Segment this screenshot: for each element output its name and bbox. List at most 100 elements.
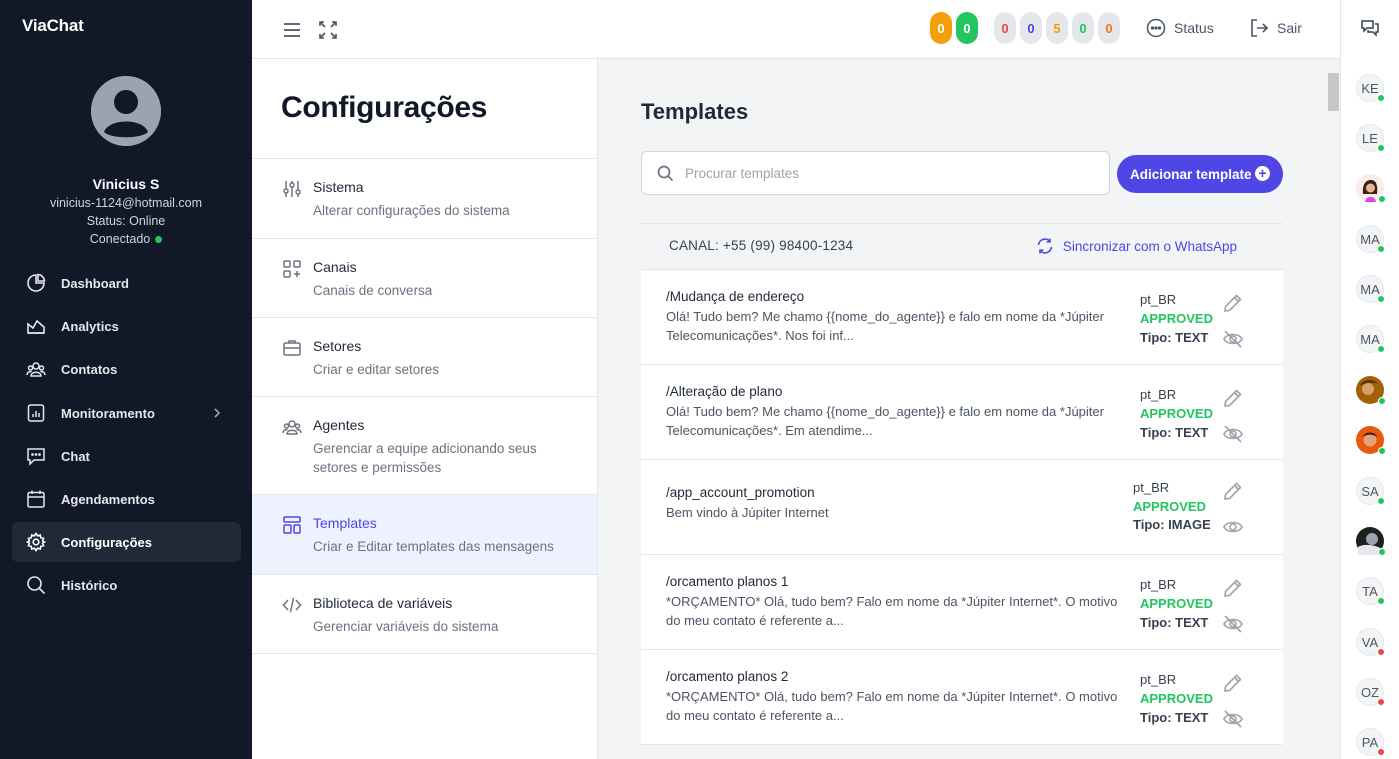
template-type: Tipo: TEXT <box>1140 330 1209 345</box>
contact-avatar[interactable]: TA <box>1356 577 1385 605</box>
contact-avatar[interactable]: LE <box>1356 124 1385 152</box>
chat-bubble-icon <box>27 448 45 466</box>
config-item-desc: Gerenciar a equipe adicionando seus seto… <box>313 441 537 475</box>
contact-avatar[interactable] <box>1356 174 1386 203</box>
nav-monitoramento[interactable]: Monitoramento <box>12 393 241 433</box>
template-name: /orcamento planos 2 <box>666 669 789 684</box>
config-item-agentes[interactable]: Agentes Gerenciar a equipe adicionando s… <box>252 396 597 494</box>
nav-configuracoes[interactable]: Configurações <box>12 522 241 562</box>
contact-avatar[interactable]: PA <box>1356 728 1385 756</box>
template-type: Tipo: TEXT <box>1140 425 1209 440</box>
contact-avatar[interactable]: VA <box>1356 628 1385 656</box>
status-dot <box>1377 597 1385 605</box>
nav-dashboard[interactable]: Dashboard <box>12 263 241 303</box>
config-item-variaveis[interactable]: Biblioteca de variáveis Gerenciar variáv… <box>252 574 597 654</box>
eye-off-icon[interactable] <box>1222 613 1244 635</box>
search-input[interactable] <box>685 162 1095 184</box>
contact-initials: VA <box>1361 634 1379 650</box>
config-item-label: Canais <box>313 259 357 275</box>
contact-avatar[interactable] <box>1356 527 1386 556</box>
eye-icon[interactable] <box>1222 516 1244 538</box>
pencil-icon[interactable] <box>1222 292 1244 314</box>
online-dot <box>155 236 163 244</box>
eye-off-icon[interactable] <box>1222 708 1244 730</box>
config-menu: Configurações Sistema Alterar configuraç… <box>252 59 598 759</box>
config-item-desc: Gerenciar variáveis do sistema <box>313 619 499 634</box>
pencil-icon[interactable] <box>1222 672 1244 694</box>
contact-avatar[interactable]: KE <box>1356 74 1385 102</box>
template-row[interactable]: /Alteração de plano Olá! Tudo bem? Me ch… <box>641 365 1283 460</box>
contact-avatar[interactable]: MA <box>1356 275 1385 303</box>
status-dot <box>1378 397 1386 405</box>
pencil-icon[interactable] <box>1222 577 1244 599</box>
badge-pending[interactable]: 0 <box>930 12 952 44</box>
status-button[interactable]: Status <box>1146 18 1214 38</box>
template-row[interactable]: /Mudança de endereço Olá! Tudo bem? Me c… <box>641 270 1283 365</box>
nav-chat[interactable]: Chat <box>12 436 241 476</box>
config-item-desc: Alterar configurações do sistema <box>313 203 510 218</box>
team-icon <box>282 420 302 435</box>
nav-analytics[interactable]: Analytics <box>12 306 241 346</box>
badge-orange[interactable]: 5 <box>1046 12 1068 44</box>
contact-avatar[interactable]: OZ <box>1356 678 1385 706</box>
contact-avatar[interactable]: MA <box>1356 225 1385 253</box>
hamburger-menu-icon[interactable] <box>281 19 303 41</box>
template-row[interactable]: /app_account_promotion Bem vindo à Júpit… <box>641 460 1283 555</box>
pencil-icon[interactable] <box>1222 387 1244 409</box>
badge-active[interactable]: 0 <box>956 12 978 44</box>
contact-initials: MA <box>1360 281 1380 297</box>
contact-initials: PA <box>1361 734 1379 750</box>
template-status: APPROVED <box>1140 691 1213 706</box>
nav-label: Contatos <box>61 361 118 377</box>
nav-contatos[interactable]: Contatos <box>12 349 241 389</box>
nav-label: Configurações <box>61 534 153 550</box>
config-item-label: Agentes <box>313 417 365 433</box>
badge-green[interactable]: 0 <box>1072 12 1094 44</box>
logout-button[interactable]: Sair <box>1249 18 1302 38</box>
contacts-strip: KE LE MA MA MA SA TA VA OZ PA <box>1340 0 1399 759</box>
badge-blue[interactable]: 0 <box>1020 12 1042 44</box>
template-body: Olá! Tudo bem? Me chamo {{nome_do_agente… <box>666 404 1104 438</box>
badge-light-orange[interactable]: 0 <box>1098 12 1120 44</box>
connection-label: Conectado <box>89 232 151 246</box>
fullscreen-icon[interactable] <box>317 19 339 41</box>
monitor-chart-icon <box>27 404 45 422</box>
sync-whatsapp-button[interactable]: Sincronizar com o WhatsApp <box>1036 237 1237 255</box>
config-item-sistema[interactable]: Sistema Alterar configurações do sistema <box>252 158 597 238</box>
user-avatar[interactable] <box>91 76 161 146</box>
config-item-label: Setores <box>313 338 362 354</box>
nav-historico[interactable]: Histórico <box>12 565 241 605</box>
status-dot <box>1377 245 1385 253</box>
pencil-icon[interactable] <box>1222 480 1244 502</box>
conversations-icon[interactable] <box>1360 18 1380 38</box>
nav-agendamentos[interactable]: Agendamentos <box>12 479 241 519</box>
template-body: Bem vindo à Júpiter Internet <box>666 505 829 520</box>
config-item-templates[interactable]: Templates Criar e Editar templates das m… <box>252 494 597 574</box>
status-dot <box>1377 648 1385 656</box>
contact-avatar[interactable]: SA <box>1356 477 1385 505</box>
template-row[interactable]: /orcamento planos 1 *ORÇAMENTO* Olá, tud… <box>641 555 1283 650</box>
config-item-desc: Canais de conversa <box>313 283 433 298</box>
eye-off-icon[interactable] <box>1222 423 1244 445</box>
contact-avatar[interactable] <box>1356 426 1386 455</box>
config-item-canais[interactable]: Canais Canais de conversa <box>252 238 597 317</box>
status-dot <box>1377 295 1385 303</box>
template-status: APPROVED <box>1140 596 1213 611</box>
eye-off-icon[interactable] <box>1222 328 1244 350</box>
scrollbar-track[interactable] <box>1326 59 1340 759</box>
scrollbar-thumb[interactable] <box>1328 73 1339 111</box>
config-item-setores[interactable]: Setores Criar e editar setores <box>252 317 597 396</box>
add-template-button[interactable]: Adicionar template + <box>1117 155 1283 193</box>
briefcase-icon <box>283 340 301 356</box>
status-dot <box>1378 447 1386 455</box>
contact-avatar[interactable]: MA <box>1356 325 1385 353</box>
badge-red[interactable]: 0 <box>994 12 1016 44</box>
topbar: 0 0 0 0 5 0 0 Status Sair <box>252 0 1340 59</box>
template-row[interactable]: /orcamento planos 2 *ORÇAMENTO* Olá, tud… <box>641 650 1283 745</box>
brand-logo[interactable]: ViaChat <box>22 16 84 36</box>
template-layout-icon <box>283 516 301 534</box>
contact-avatar[interactable] <box>1356 376 1386 405</box>
sync-label: Sincronizar com o WhatsApp <box>1062 238 1237 254</box>
status-dots-icon <box>1146 18 1166 38</box>
nav-label: Dashboard <box>61 275 129 291</box>
